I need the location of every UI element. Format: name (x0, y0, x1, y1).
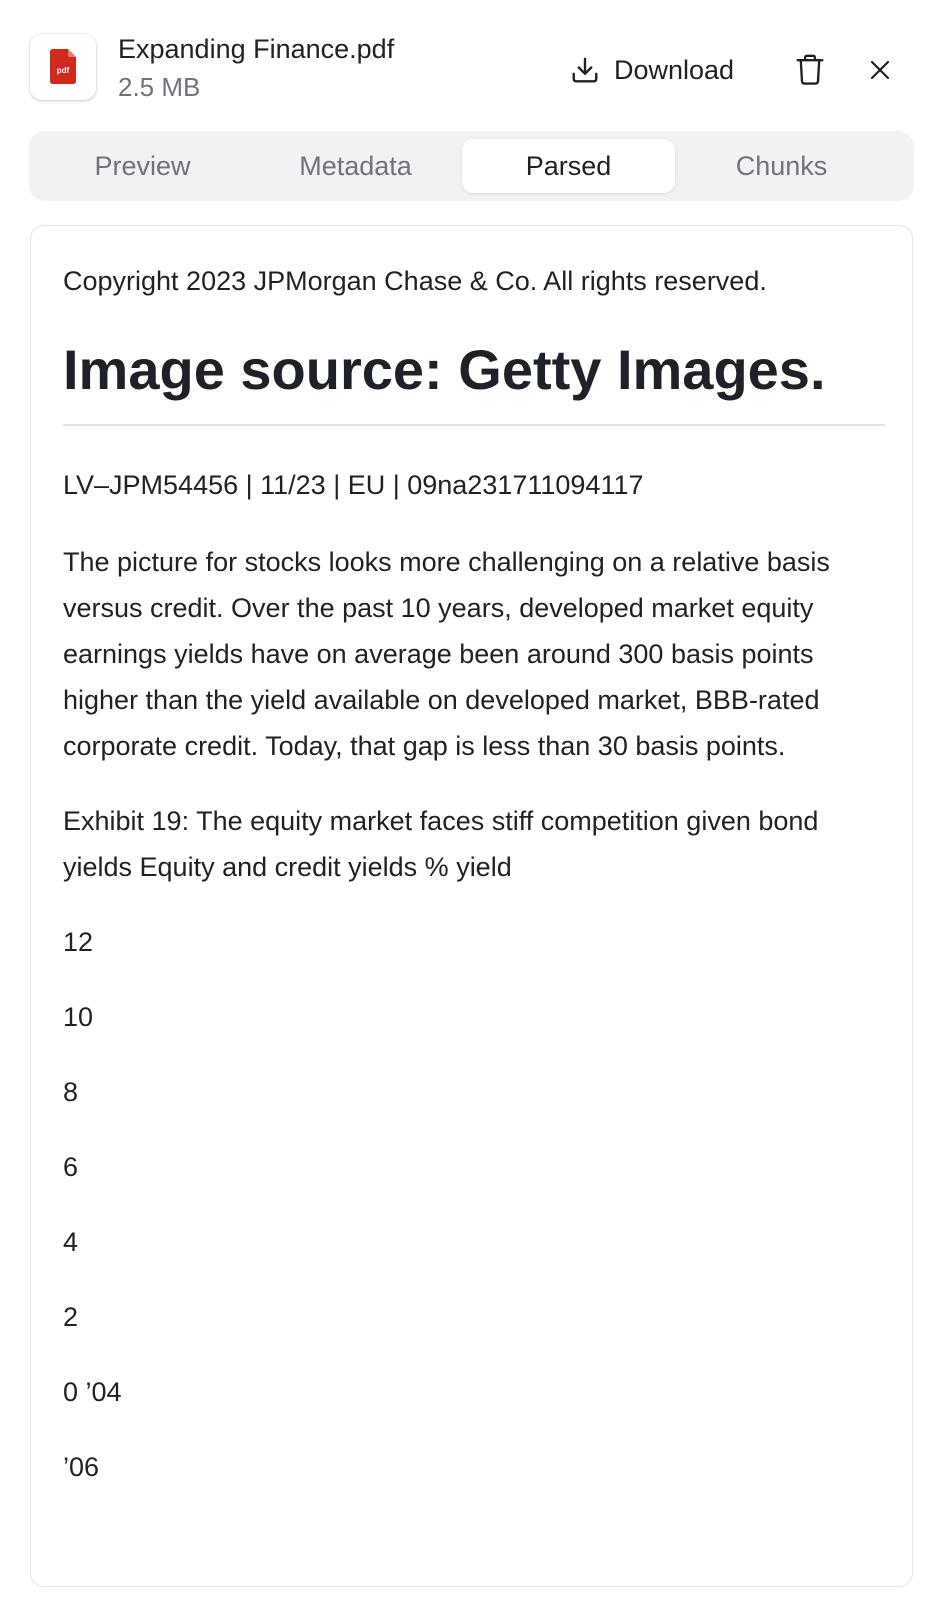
parsed-line: 2 (63, 1302, 79, 1332)
pdf-document-icon: pdf (50, 49, 76, 84)
body-paragraph: The picture for stocks looks more challe… (63, 547, 830, 761)
svg-text:pdf: pdf (57, 66, 70, 75)
heading-divider (63, 424, 885, 426)
file-detail-panel: pdf Expanding Finance.pdf 2.5 MB Downloa… (0, 0, 943, 1600)
delete-button[interactable] (790, 50, 830, 90)
close-button[interactable] (860, 50, 900, 90)
document-reference: LV–JPM54456 | 11/23 | EU | 09na231711094… (63, 470, 644, 500)
parsed-line: 10 (63, 1002, 94, 1032)
close-icon (870, 60, 890, 80)
parsed-heading: Image source: Getty Images. (63, 338, 826, 401)
parsed-line: 6 (63, 1152, 79, 1182)
tab-preview[interactable]: Preview (36, 139, 249, 193)
download-button[interactable]: Download (570, 50, 734, 90)
tab-metadata[interactable]: Metadata (249, 139, 462, 193)
parsed-content-panel[interactable]: Copyright 2023 JPMorgan Chase & Co. All … (30, 225, 913, 1587)
copyright-text: Copyright 2023 JPMorgan Chase & Co. All … (63, 266, 767, 296)
download-icon (572, 57, 598, 83)
download-label: Download (614, 54, 735, 85)
tab-chunks[interactable]: Chunks (675, 139, 888, 193)
parsed-line: 8 (63, 1077, 79, 1107)
parsed-content: Copyright 2023 JPMorgan Chase & Co. All … (63, 262, 885, 1490)
file-size: 2.5 MB (118, 72, 201, 102)
parsed-line: 12 (63, 927, 94, 957)
parsed-line: 4 (63, 1227, 79, 1257)
file-header: pdf Expanding Finance.pdf 2.5 MB Downloa… (30, 34, 913, 104)
exhibit-caption: Exhibit 19: The equity market faces stif… (63, 806, 819, 882)
parsed-line: 0 ’04 (63, 1377, 122, 1407)
tab-parsed[interactable]: Parsed (462, 139, 675, 193)
parsed-line: ’06 (63, 1452, 100, 1482)
file-name: Expanding Finance.pdf (118, 34, 395, 64)
trash-icon (796, 54, 824, 85)
view-tabs: Preview Metadata Parsed Chunks (29, 131, 914, 201)
pdf-file-icon: pdf (30, 34, 96, 100)
